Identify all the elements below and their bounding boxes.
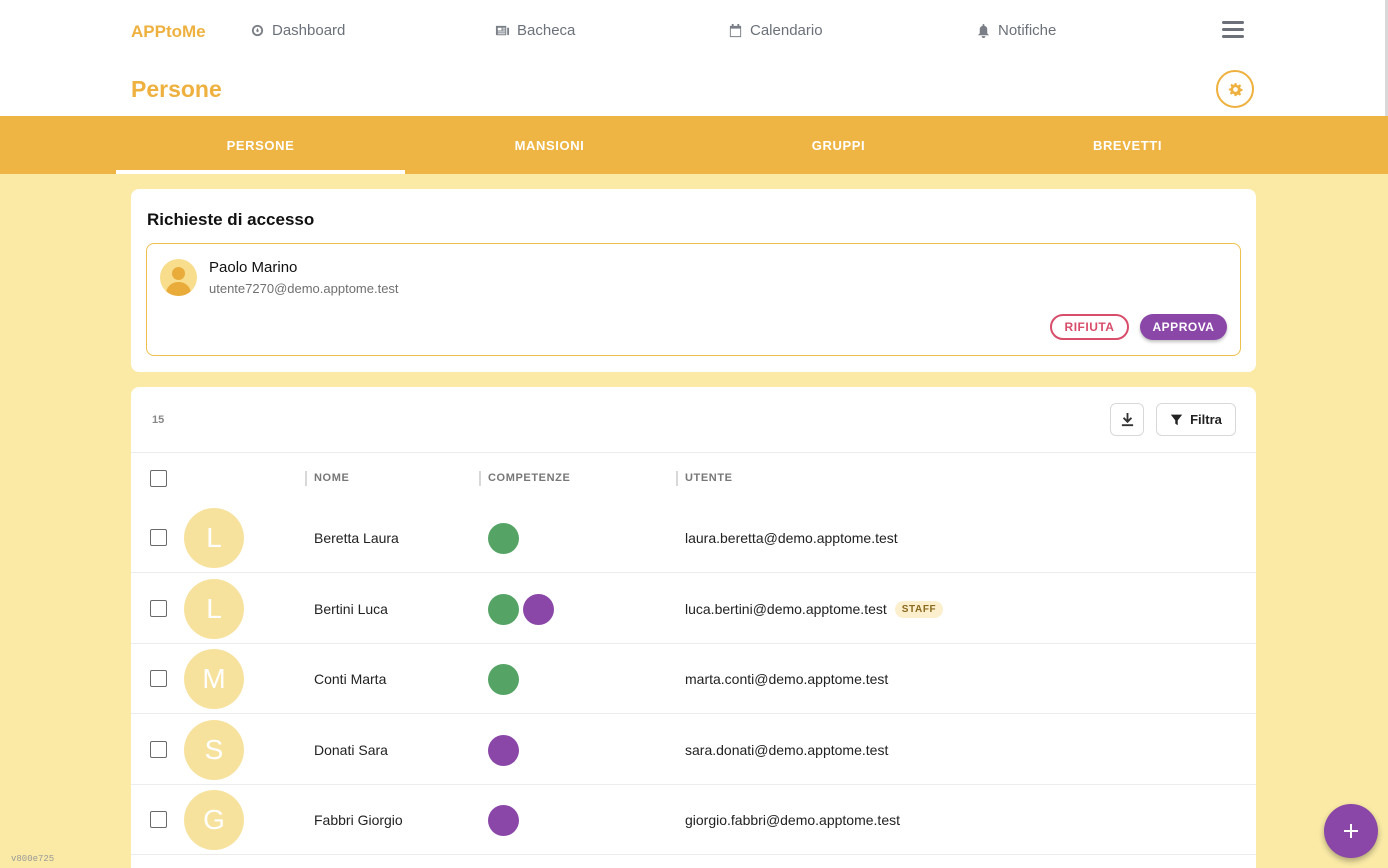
user-email: laura.beretta@demo.apptome.test xyxy=(685,530,898,546)
avatar: M xyxy=(184,649,244,709)
column-separator xyxy=(305,471,307,486)
people-list-card: 15 Filtra NOME COMPETENZE UTENTE L Berett… xyxy=(131,387,1256,868)
user-email: luca.bertini@demo.apptome.test xyxy=(685,601,887,617)
nav-item-label: Bacheca xyxy=(517,22,576,39)
tab-gruppi[interactable]: GRUPPI xyxy=(694,116,983,174)
request-email: utente7270@demo.apptome.test xyxy=(209,281,399,296)
skill-dot xyxy=(523,593,554,625)
nav-item-calendario[interactable]: Calendario xyxy=(728,22,823,39)
table-row[interactable]: M Conti Marta marta.conti@demo.apptome.tes… xyxy=(131,644,1256,714)
column-header-name[interactable]: NOME xyxy=(314,472,349,484)
row-checkbox[interactable] xyxy=(150,811,167,828)
tab-persone[interactable]: PERSONE xyxy=(116,116,405,174)
user-email-cell: giorgio.fabbri@demo.apptome.test xyxy=(685,812,900,828)
request-name: Paolo Marino xyxy=(209,259,298,276)
skills-list xyxy=(488,593,554,625)
column-separator xyxy=(676,471,678,486)
table-row[interactable]: L Bertini Luca luca.bertini@demo.apptome.t… xyxy=(131,574,1256,644)
settings-button[interactable] xyxy=(1216,70,1254,108)
access-requests-card: Richieste di accesso Paolo Marino utente… xyxy=(131,189,1256,372)
person-name: Conti Marta xyxy=(314,671,387,687)
add-person-button[interactable] xyxy=(1324,804,1378,858)
download-button[interactable] xyxy=(1110,403,1144,436)
table-row[interactable]: L Beretta Laura laura.beretta@demo.apptome… xyxy=(131,503,1256,573)
avatar: L xyxy=(184,508,244,568)
avatar: S xyxy=(184,719,244,780)
skills-list xyxy=(488,734,519,766)
skill-dot xyxy=(488,734,519,766)
skill-dot xyxy=(488,593,519,625)
nav-item-label: Notifiche xyxy=(998,22,1057,39)
staff-badge: STAFF xyxy=(894,600,944,618)
person-name: Bertini Luca xyxy=(314,600,388,617)
table-row[interactable]: S Donati Sara sara.donati@demo.apptome.tes… xyxy=(131,715,1256,785)
table-row[interactable]: G Fabbri Giorgio giorgio.fabbri@demo.appto… xyxy=(131,785,1256,855)
skills-list xyxy=(488,664,519,695)
column-separator xyxy=(479,471,481,486)
page-title: Persone xyxy=(131,76,222,102)
skill-dot xyxy=(488,805,519,836)
person-name: Beretta Laura xyxy=(314,530,399,546)
tab-brevetti[interactable]: BREVETTI xyxy=(983,116,1272,174)
brand-logo[interactable]: APPtoMe xyxy=(131,22,206,42)
approve-button[interactable]: APPROVA xyxy=(1140,314,1227,340)
filter-icon xyxy=(1170,414,1183,426)
skill-dot xyxy=(488,664,519,695)
tab-mansioni[interactable]: MANSIONI xyxy=(405,116,694,174)
calendar-icon xyxy=(729,23,742,38)
user-email: sara.donati@demo.apptome.test xyxy=(685,741,889,758)
access-requests-title: Richieste di accesso xyxy=(147,210,315,229)
filter-label: Filtra xyxy=(1190,412,1222,427)
user-email-cell: laura.beretta@demo.apptome.test xyxy=(685,530,898,546)
newspaper-icon xyxy=(495,25,510,36)
avatar: L xyxy=(184,578,244,639)
select-all-checkbox[interactable] xyxy=(150,470,167,487)
hamburger-menu-icon[interactable] xyxy=(1222,21,1244,41)
bell-icon xyxy=(977,23,990,38)
gear-icon xyxy=(1228,82,1243,96)
nav-item-notifiche[interactable]: Notifiche xyxy=(976,22,1056,39)
row-checkbox[interactable] xyxy=(150,529,167,546)
tab-bar: PERSONE MANSIONI GRUPPI BREVETTI xyxy=(0,116,1388,174)
user-email: giorgio.fabbri@demo.apptome.test xyxy=(685,812,900,828)
user-email-cell: sara.donati@demo.apptome.test xyxy=(685,742,888,758)
person-name: Fabbri Giorgio xyxy=(314,812,403,828)
skills-list xyxy=(488,523,519,554)
people-count: 15 xyxy=(152,414,165,426)
nav-item-label: Calendario xyxy=(750,22,823,39)
access-request-item: Paolo Marino utente7270@demo.apptome.tes… xyxy=(146,243,1241,356)
avatar: G xyxy=(184,790,244,850)
plus-icon xyxy=(1344,824,1358,838)
user-email-cell: marta.conti@demo.apptome.test xyxy=(685,671,888,687)
table-header: NOME COMPETENZE UTENTE xyxy=(131,452,1256,503)
nav-item-dashboard[interactable]: Dashboard xyxy=(250,22,345,39)
skills-list xyxy=(488,805,519,836)
version-label: v800e725 xyxy=(11,854,55,864)
avatar xyxy=(160,259,197,296)
row-checkbox[interactable] xyxy=(150,740,167,758)
filter-button[interactable]: Filtra xyxy=(1156,403,1236,436)
dashboard-icon xyxy=(251,24,264,37)
column-header-user[interactable]: UTENTE xyxy=(685,472,733,484)
column-header-skills[interactable]: COMPETENZE xyxy=(488,472,570,484)
row-checkbox[interactable] xyxy=(150,599,167,617)
row-checkbox[interactable] xyxy=(150,670,167,687)
nav-item-label: Dashboard xyxy=(272,22,346,39)
top-bar: APPtoMe Dashboard Bacheca Calendario Not… xyxy=(0,0,1388,116)
person-name: Donati Sara xyxy=(314,741,388,758)
reject-button[interactable]: RIFIUTA xyxy=(1050,314,1129,340)
skill-dot xyxy=(488,523,519,554)
nav-item-bacheca[interactable]: Bacheca xyxy=(495,22,575,39)
download-icon xyxy=(1121,412,1133,427)
user-email-cell: luca.bertini@demo.apptome.test STAFF xyxy=(685,600,944,618)
user-email: marta.conti@demo.apptome.test xyxy=(685,671,889,687)
